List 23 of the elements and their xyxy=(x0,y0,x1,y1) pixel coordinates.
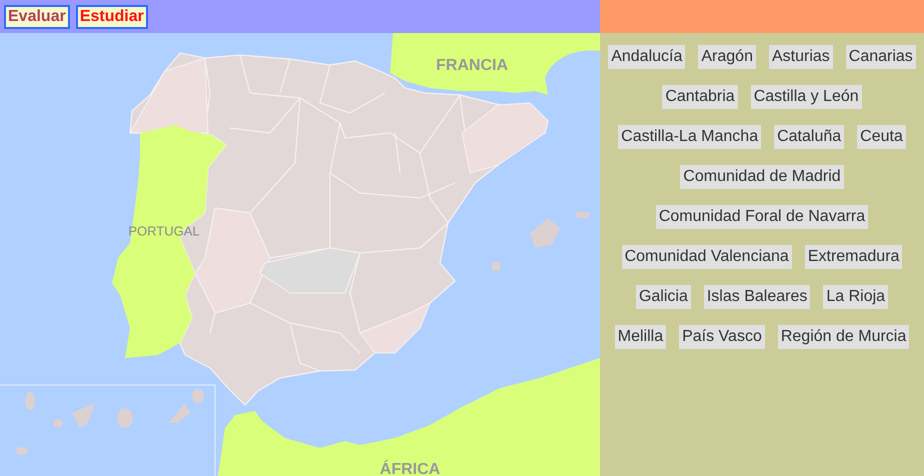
region-label[interactable]: Melilla xyxy=(614,325,666,349)
region-label[interactable]: Castilla-La Mancha xyxy=(618,125,762,149)
region-label[interactable]: Comunidad de Madrid xyxy=(680,165,844,189)
region-label[interactable]: Castilla y León xyxy=(750,85,862,109)
region-label[interactable]: Extremadura xyxy=(804,245,902,269)
region-label[interactable]: Cataluña xyxy=(774,125,844,149)
country-label: FRANCIA xyxy=(436,57,508,75)
region-label[interactable]: Comunidad Foral de Navarra xyxy=(656,205,868,229)
country-label: ÁFRICA xyxy=(380,461,440,476)
region-label[interactable]: Ceuta xyxy=(857,125,906,149)
mode-tab[interactable]: Evaluar xyxy=(4,4,70,28)
mode-tab[interactable]: Estudiar xyxy=(76,4,148,28)
region-label[interactable]: La Rioja xyxy=(823,285,888,309)
region-label[interactable]: Aragón xyxy=(698,45,756,69)
region-label[interactable]: Comunidad Valenciana xyxy=(622,245,792,269)
region-label[interactable]: País Vasco xyxy=(679,325,765,349)
region-label[interactable]: Islas Baleares xyxy=(704,285,810,309)
region-label[interactable]: Cantabria xyxy=(662,85,738,109)
region-label[interactable]: Galicia xyxy=(636,285,691,309)
region-label[interactable]: Andalucía xyxy=(608,45,686,69)
region-label[interactable]: Región de Murcia xyxy=(778,325,910,349)
region-label[interactable]: Asturias xyxy=(768,45,833,69)
region-label[interactable]: Canarias xyxy=(846,45,916,69)
